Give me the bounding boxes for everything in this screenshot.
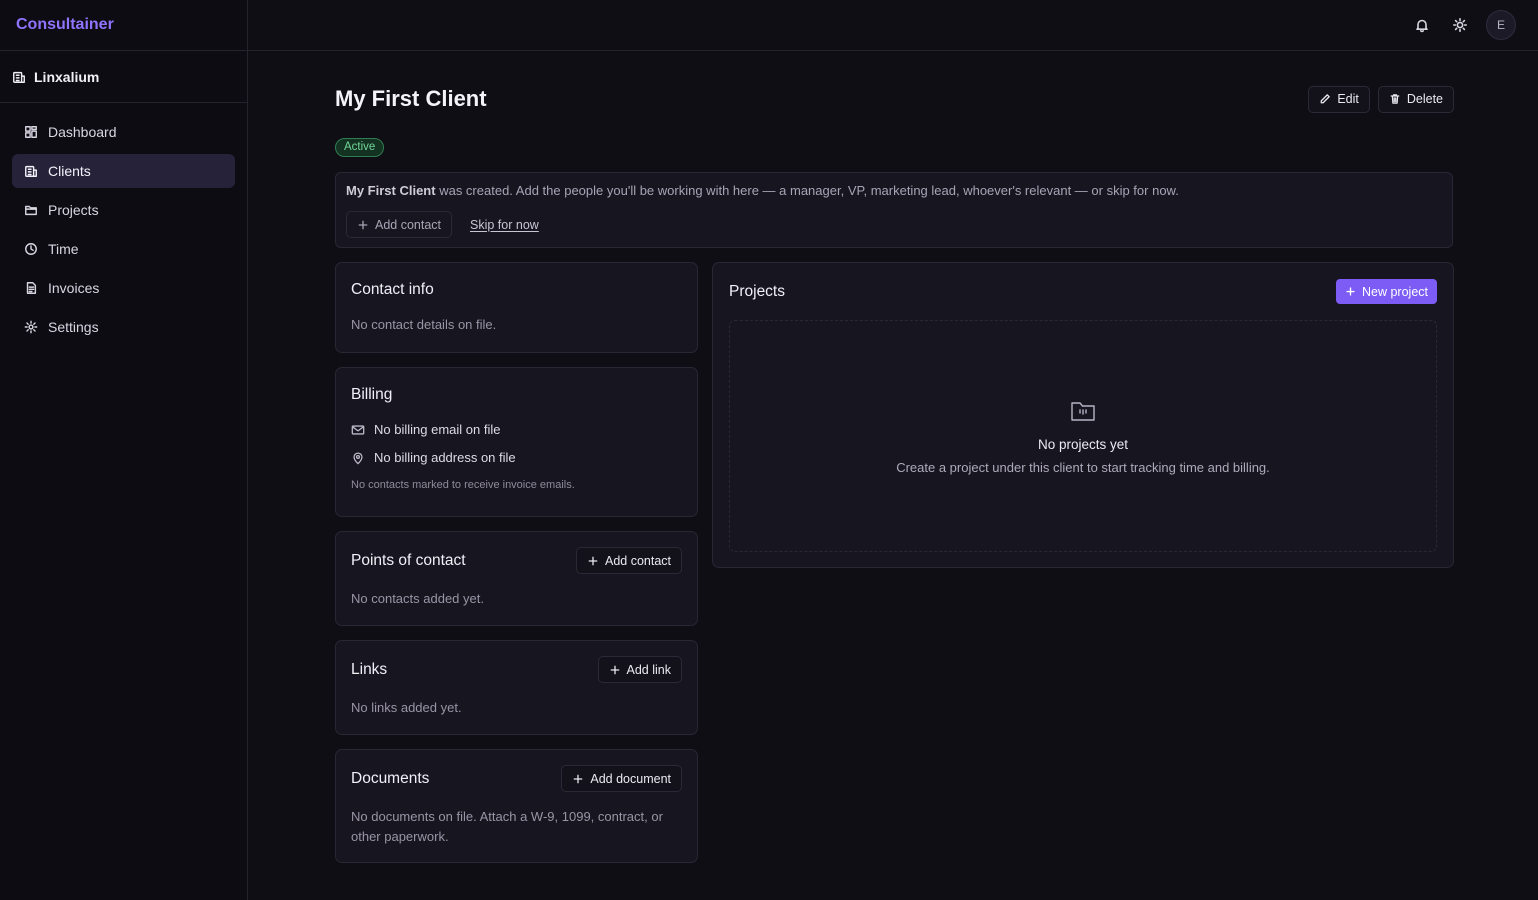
sidebar-item-invoices[interactable]: Invoices bbox=[12, 271, 235, 305]
header-actions: Edit Delete bbox=[1308, 85, 1454, 113]
add-contact-button[interactable]: Add contact bbox=[575, 547, 682, 574]
new-project-label: New project bbox=[1362, 284, 1428, 299]
pencil-icon bbox=[1320, 94, 1331, 104]
projects-empty-state: No projects yet Create a project under t… bbox=[729, 320, 1437, 552]
projects-card: Projects New project No projects yet Cre… bbox=[712, 262, 1454, 568]
banner-actions: Add contact Skip for now bbox=[346, 211, 1442, 238]
app-logo[interactable]: Consultainer bbox=[0, 0, 247, 51]
clients-icon bbox=[24, 164, 38, 178]
sidebar-item-label: Projects bbox=[48, 202, 99, 218]
empty-description: Create a project under this client to st… bbox=[896, 460, 1270, 475]
billing-card: Billing No billing email on file No bill… bbox=[335, 367, 698, 517]
plus-icon bbox=[574, 774, 583, 783]
plus-icon bbox=[588, 556, 598, 565]
banner-add-contact-label: Add contact bbox=[375, 217, 442, 232]
contacts-empty: No contacts added yet. bbox=[351, 591, 484, 606]
client-detail: My First Client Edit Delete Active My Fi… bbox=[335, 51, 1454, 863]
add-document-button[interactable]: Add document bbox=[561, 765, 682, 792]
links-empty: No links added yet. bbox=[351, 700, 462, 715]
card-header: Projects New project bbox=[729, 279, 1437, 304]
edit-button-label: Edit bbox=[1337, 92, 1359, 106]
sun-icon[interactable] bbox=[1448, 13, 1472, 37]
building-icon bbox=[12, 70, 26, 84]
sidebar-nav: Dashboard Clients Projects Time Invoices bbox=[0, 103, 247, 356]
card-header: Links Add link bbox=[351, 656, 682, 683]
top-bar: E bbox=[248, 0, 1538, 51]
billing-address-row: No billing address on file bbox=[351, 450, 682, 465]
banner-add-contact-button[interactable]: Add contact bbox=[346, 211, 453, 238]
contact-info-empty: No contact details on file. bbox=[351, 317, 497, 332]
add-contact-label: Add contact bbox=[604, 553, 671, 568]
documents-empty: No documents on file. Attach a W-9, 1099… bbox=[351, 809, 663, 844]
sidebar-item-clients[interactable]: Clients bbox=[12, 154, 235, 188]
sidebar-item-label: Invoices bbox=[48, 280, 100, 296]
billing-note: No contacts marked to receive invoice em… bbox=[351, 479, 575, 491]
trash-icon bbox=[1390, 94, 1400, 104]
sidebar-item-label: Dashboard bbox=[48, 124, 117, 140]
clock-icon bbox=[24, 242, 38, 256]
delete-button-label: Delete bbox=[1406, 92, 1443, 106]
status-badge: Active bbox=[335, 138, 385, 157]
links-card: Links Add link No links added yet. bbox=[335, 640, 698, 735]
card-title: Links bbox=[351, 660, 388, 678]
billing-email: No billing email on file bbox=[374, 422, 501, 437]
billing-email-row: No billing email on file bbox=[351, 422, 682, 437]
banner-client-name: My First Client bbox=[346, 183, 436, 198]
invoice-icon bbox=[24, 281, 38, 295]
card-header: Points of contact Add contact bbox=[351, 547, 682, 574]
banner-text: was created. Add the people you'll be wo… bbox=[439, 183, 1179, 198]
card-title: Contact info bbox=[351, 281, 434, 298]
add-link-button[interactable]: Add link bbox=[597, 656, 682, 683]
onboarding-banner: My First Client was created. Add the peo… bbox=[335, 172, 1453, 248]
sidebar-item-dashboard[interactable]: Dashboard bbox=[12, 115, 235, 149]
map-pin-icon bbox=[353, 451, 363, 464]
sidebar-item-projects[interactable]: Projects bbox=[12, 193, 235, 227]
dashboard-icon bbox=[24, 125, 38, 139]
folder-icon bbox=[24, 203, 38, 217]
page-header: My First Client Edit Delete bbox=[335, 85, 1454, 113]
mail-icon bbox=[351, 424, 365, 435]
page-title: My First Client bbox=[335, 86, 487, 111]
card-header: Documents Add document bbox=[351, 765, 682, 792]
sidebar-item-label: Settings bbox=[48, 319, 99, 335]
bell-icon[interactable] bbox=[1410, 13, 1434, 37]
points-of-contact-card: Points of contact Add contact No contact… bbox=[335, 531, 698, 626]
plus-icon bbox=[610, 665, 619, 674]
card-title: Points of contact bbox=[351, 551, 466, 569]
banner-message: My First Client was created. Add the peo… bbox=[346, 183, 1442, 198]
workspace-name: Linxalium bbox=[34, 68, 100, 85]
new-project-button[interactable]: New project bbox=[1336, 279, 1437, 304]
workspace-switcher[interactable]: Linxalium bbox=[0, 51, 247, 103]
documents-card: Documents Add document No documents on f… bbox=[335, 749, 698, 863]
gear-icon bbox=[24, 320, 38, 334]
sidebar-item-time[interactable]: Time bbox=[12, 232, 235, 266]
sidebar-item-label: Time bbox=[48, 241, 79, 257]
sidebar-item-label: Clients bbox=[48, 163, 91, 179]
sidebar: Consultainer Linxalium Dashboard Clients… bbox=[0, 0, 248, 900]
contact-info-card: Contact info No contact details on file. bbox=[335, 262, 698, 353]
plus-icon bbox=[358, 220, 368, 229]
billing-address: No billing address on file bbox=[374, 450, 516, 465]
folder-icon bbox=[1071, 402, 1095, 421]
user-avatar[interactable]: E bbox=[1486, 10, 1516, 40]
skip-link[interactable]: Skip for now bbox=[470, 218, 539, 232]
edit-button[interactable]: Edit bbox=[1308, 85, 1370, 113]
sidebar-item-settings[interactable]: Settings bbox=[12, 310, 235, 344]
plus-icon bbox=[1346, 287, 1355, 296]
delete-button[interactable]: Delete bbox=[1377, 85, 1454, 113]
empty-title: No projects yet bbox=[1037, 437, 1129, 452]
card-title: Projects bbox=[729, 282, 785, 300]
card-title: Billing bbox=[351, 386, 393, 403]
add-link-label: Add link bbox=[626, 662, 671, 677]
add-document-label: Add document bbox=[590, 771, 671, 786]
card-title: Documents bbox=[351, 769, 430, 787]
